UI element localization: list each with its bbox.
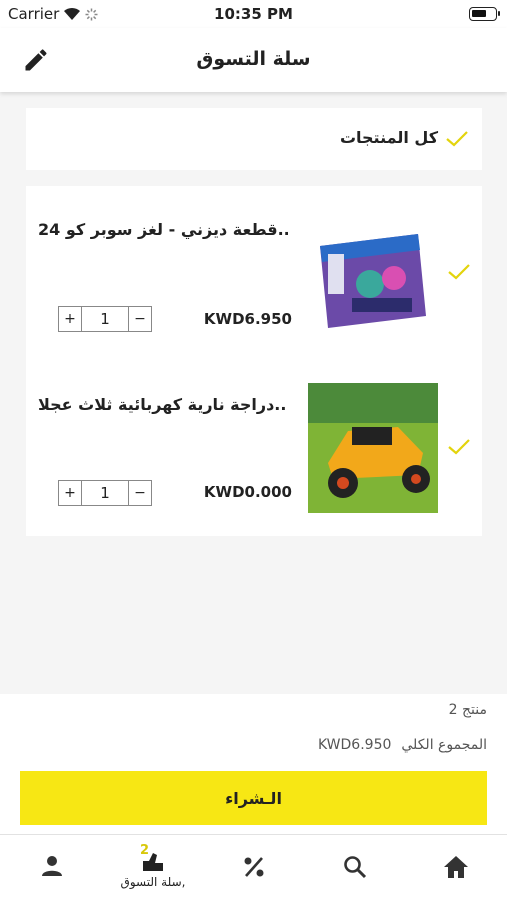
status-bar: Carrier 10:35 PM: [0, 0, 507, 28]
checkout-button[interactable]: الـشراء: [20, 771, 487, 825]
user-icon: [42, 856, 62, 876]
item-check-icon[interactable]: [448, 264, 470, 280]
item-name[interactable]: 24 قطعة ديزني - لغز سوبر كو...: [38, 220, 288, 239]
cart-items: 24 قطعة ديزني - لغز سوبر كو... KWD6.950 …: [26, 186, 482, 536]
item-count: 2 منتج: [448, 702, 487, 718]
nav-bar: سلة التسوق: [0, 28, 507, 92]
battery-icon: [469, 7, 500, 21]
increase-button[interactable]: +: [59, 307, 81, 331]
page-title: سلة التسوق: [196, 48, 311, 70]
puzzle-product-image[interactable]: [308, 206, 438, 336]
tab-search[interactable]: [305, 835, 405, 900]
tab-bar: 2 سلة التسوق,: [0, 834, 507, 900]
motorbike-product-image[interactable]: [308, 383, 438, 513]
search-icon: [344, 856, 367, 879]
item-name[interactable]: دراجة نارية كهربائية ثلاث عجلا...: [38, 395, 288, 414]
quantity-value: 1: [81, 307, 129, 331]
decrease-button[interactable]: −: [129, 481, 151, 505]
total-value: KWD6.950: [318, 737, 392, 753]
item-price: KWD0.000: [203, 483, 292, 501]
item-check-icon[interactable]: [448, 439, 470, 455]
order-total: KWD6.950 المجموع الكلي: [318, 737, 487, 753]
select-all-row[interactable]: كل المنتجات: [26, 108, 482, 170]
home-icon: [444, 856, 468, 878]
order-summary: 2 منتج KWD6.950 المجموع الكلي الـشراء: [0, 694, 507, 834]
select-all-check-icon[interactable]: [446, 131, 468, 147]
percent-icon: [244, 857, 264, 877]
quantity-stepper: + 1 −: [58, 480, 152, 506]
cart-item: دراجة نارية كهربائية ثلاث عجلا... KWD0.0…: [26, 361, 482, 536]
increase-button[interactable]: +: [59, 481, 81, 505]
tab-cart[interactable]: 2 سلة التسوق,: [103, 835, 203, 900]
tab-cart-label: سلة التسوق,: [120, 875, 186, 889]
cart-item: 24 قطعة ديزني - لغز سوبر كو... KWD6.950 …: [26, 186, 482, 361]
select-all-label: كل المنتجات: [339, 128, 438, 147]
tab-profile[interactable]: [2, 835, 102, 900]
tab-offers[interactable]: [204, 835, 304, 900]
tab-home[interactable]: [406, 835, 506, 900]
quantity-value: 1: [81, 481, 129, 505]
quantity-stepper: + 1 −: [58, 306, 152, 332]
cart-badge: 2: [140, 843, 150, 858]
total-label: المجموع الكلي: [401, 737, 487, 753]
item-price: KWD6.950: [203, 310, 292, 328]
decrease-button[interactable]: −: [129, 307, 151, 331]
clock: 10:35 PM: [214, 5, 293, 23]
